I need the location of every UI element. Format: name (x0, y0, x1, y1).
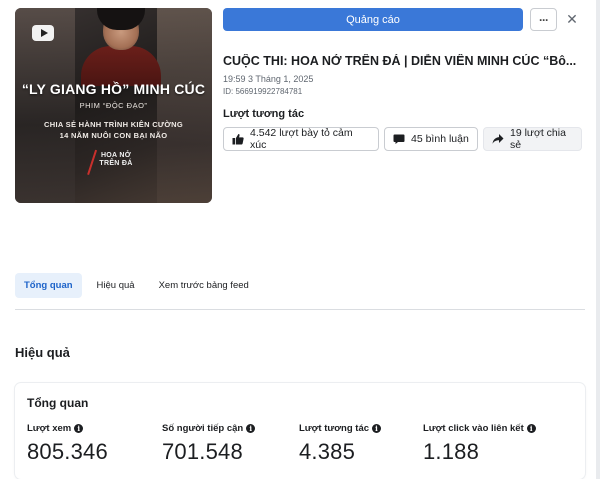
metric-link-clicks: Lượt click vào liên kết i 1.188 (423, 423, 536, 465)
thumbnail-headline: “LY GIANG HỒ” MINH CÚC (21, 81, 206, 97)
info-icon[interactable]: i (526, 424, 536, 433)
play-icon[interactable] (32, 25, 54, 41)
thumbnail-person-body (81, 46, 161, 86)
metric-value: 805.346 (27, 439, 108, 464)
shares-button[interactable]: 19 lượt chia sẻ (483, 127, 582, 151)
tab-overview[interactable]: Tổng quan (15, 273, 82, 298)
thumbnail-desc-line-1: CHIA SẺ HÀNH TRÌNH KIÊN CƯỜNG (44, 120, 183, 129)
metric-label: Lượt tương tác i (299, 423, 382, 434)
info-icon[interactable]: i (246, 424, 256, 433)
performance-section-title: Hiệu quả (15, 345, 70, 360)
metric-label: Lượt xem i (27, 423, 108, 434)
metric-label-text: Lượt xem (27, 423, 72, 434)
post-thumbnail[interactable]: “LY GIANG HỒ” MINH CÚC PHIM “ĐỘC ĐẠO” CH… (15, 8, 212, 203)
comment-icon (393, 133, 405, 145)
metric-value: 4.385 (299, 439, 356, 464)
metric-value: 701.548 (162, 439, 243, 464)
metric-label: Lượt click vào liên kết i (423, 423, 536, 434)
metric-label-text: Số người tiếp cận (162, 423, 244, 434)
tabs-divider (15, 309, 585, 310)
thumbnail-desc-line-2: 14 NĂM NUÔI CON BẠI NÃO (59, 131, 168, 140)
engagement-title: Lượt tương tác (223, 108, 305, 120)
metric-label: Số người tiếp cận i (162, 423, 256, 434)
thumbnail-subline: PHIM “ĐỘC ĐẠO” (79, 101, 148, 110)
comments-button[interactable]: 45 bình luận (384, 127, 478, 151)
logo-line-2: TRÊN ĐÁ (99, 160, 133, 167)
tab-feed-preview[interactable]: Xem trước bảng feed (150, 273, 258, 298)
share-icon (492, 133, 504, 145)
metric-label-text: Lượt tương tác (299, 423, 370, 434)
post-time: 19:59 3 Tháng 1, 2025 (223, 74, 314, 84)
logo-line-1: HOA NỞ (100, 152, 132, 159)
reactions-label: 4.542 lượt bày tỏ cảm xúc (250, 127, 353, 151)
close-icon[interactable]: ✕ (563, 8, 581, 31)
reactions-button[interactable]: 4.542 lượt bày tỏ cảm xúc (223, 127, 379, 151)
scrollbar-track[interactable] (596, 0, 600, 479)
metric-reach: Số người tiếp cận i 701.548 (162, 423, 256, 465)
ad-button[interactable]: Quảng cáo (223, 8, 523, 31)
tab-performance[interactable]: Hiệu quả (88, 273, 144, 298)
shares-label: 19 lượt chia sẻ (510, 127, 566, 151)
like-icon (232, 133, 244, 145)
thumbnail-logo: HOA NỞ TRÊN ĐÁ (87, 149, 133, 177)
more-options-button[interactable]: ··· (530, 8, 557, 31)
metric-label-text: Lượt click vào liên kết (423, 423, 524, 434)
post-title: CUỘC THI: HOA NỞ TRÊN ĐÁ | DIỄN VIÊN MIN… (223, 54, 577, 68)
info-icon[interactable]: i (74, 424, 84, 433)
metric-engagement: Lượt tương tác i 4.385 (299, 423, 382, 465)
post-id: ID: 566919922784781 (223, 87, 303, 96)
overview-card-title: Tổng quan (27, 396, 89, 410)
info-icon[interactable]: i (372, 424, 382, 433)
metric-views: Lượt xem i 805.346 (27, 423, 108, 465)
overview-card: Tổng quan Lượt xem i 805.346 Số người ti… (15, 383, 585, 479)
metric-value: 1.188 (423, 439, 480, 464)
comments-label: 45 bình luận (411, 133, 469, 145)
tab-bar: Tổng quan Hiệu quả Xem trước bảng feed (15, 273, 264, 298)
